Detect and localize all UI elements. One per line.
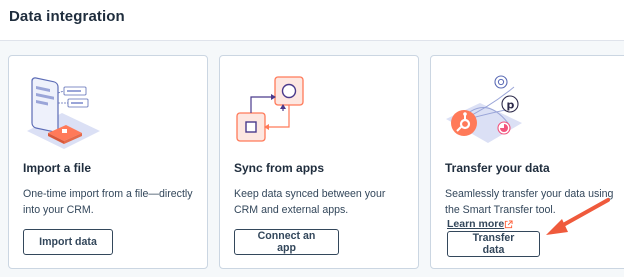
annotation-arrow-icon: [546, 198, 610, 235]
learn-more-link[interactable]: Learn more: [447, 218, 504, 230]
svg-text:p: p: [507, 99, 515, 112]
sync-from-apps-card: Sync from apps Keep data synced between …: [219, 55, 419, 269]
card-title: Transfer your data: [445, 161, 550, 175]
phone-file-import-icon: [27, 77, 100, 149]
card-description: Keep data synced between your CRM and ex…: [234, 188, 386, 216]
card-title: Sync from apps: [234, 161, 325, 175]
card-description: One-time import from a file—directly int…: [23, 188, 193, 216]
page-title: Data integration: [9, 8, 125, 25]
app-sync-icon: [236, 76, 304, 142]
import-file-card: Import a file One-time import from a fil…: [8, 55, 208, 269]
connect-app-button[interactable]: Connect an app: [234, 229, 339, 255]
cards-area: Import a file One-time import from a fil…: [0, 42, 624, 277]
hubspot-transfer-icon: p: [446, 75, 522, 143]
import-data-button[interactable]: Import data: [23, 229, 113, 255]
page-header: Data integration: [0, 0, 624, 41]
card-title: Import a file: [23, 161, 92, 175]
external-link-icon[interactable]: [504, 220, 513, 229]
transfer-data-button[interactable]: Transfer data: [447, 231, 540, 257]
